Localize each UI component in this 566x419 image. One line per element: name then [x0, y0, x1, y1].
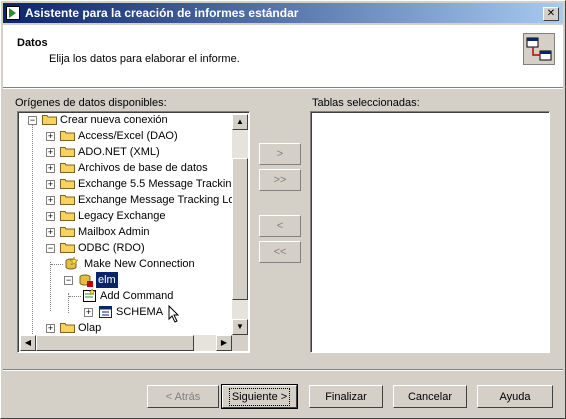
collapse-toggle[interactable]: − — [28, 116, 37, 125]
header-separator — [3, 88, 563, 89]
scroll-right-button[interactable]: ▶ — [216, 335, 232, 351]
tree-item-label: Exchange Message Tracking Lo — [78, 194, 235, 206]
collapse-toggle[interactable]: − — [46, 244, 55, 253]
tree-connector — [69, 296, 81, 297]
tree-item-label: Crear nueva conexión — [60, 114, 168, 126]
tree-item-label: Archivos de base de datos — [78, 162, 208, 174]
tree-item-label: Access/Excel (DAO) — [78, 130, 178, 142]
expand-toggle[interactable]: + — [46, 228, 55, 237]
remove-button[interactable]: < — [259, 215, 301, 237]
scroll-thumb[interactable] — [232, 158, 248, 300]
mouse-cursor-icon — [168, 305, 180, 323]
header-panel: Datos Elija los datos para elaborar el i… — [3, 25, 563, 88]
available-sources-label: Orígenes de datos disponibles: — [15, 97, 167, 109]
table-link-icon — [523, 33, 555, 65]
expand-toggle[interactable]: + — [84, 308, 93, 317]
tree-item-label: Mailbox Admin — [78, 226, 150, 238]
tree-item-label: ODBC (RDO) — [78, 242, 145, 254]
expand-toggle[interactable]: + — [46, 324, 55, 333]
tree-line-odbc — [50, 262, 51, 311]
tree-item-label: Make New Connection — [84, 258, 195, 270]
add-button[interactable]: > — [259, 143, 301, 165]
selected-tables-list[interactable] — [310, 111, 550, 353]
finish-button-label: Finalizar — [325, 391, 367, 403]
folder-icon — [60, 243, 75, 253]
folder-icon — [60, 227, 75, 237]
vertical-scrollbar[interactable]: ▲ ▼ — [232, 114, 248, 335]
next-button-label: Siguiente > — [228, 388, 291, 406]
expand-toggle[interactable]: + — [46, 212, 55, 221]
data-source-tree[interactable]: − Crear nueva conexión + Access/Excel (D… — [17, 111, 250, 353]
expand-toggle[interactable]: + — [46, 180, 55, 189]
selected-tables-label: Tablas seleccionadas: — [312, 97, 420, 109]
wizard-app-icon — [6, 6, 20, 20]
title-bar[interactable]: Asistente para la creación de informes e… — [3, 3, 563, 23]
scroll-thumb[interactable] — [36, 335, 194, 351]
expand-toggle[interactable]: + — [46, 196, 55, 205]
scrollbar-corner — [232, 335, 248, 351]
schema-icon — [99, 306, 112, 318]
back-button[interactable]: < Atrás — [147, 385, 219, 408]
remove-all-button[interactable]: << — [259, 241, 301, 263]
tree-item-label: Olap — [78, 322, 102, 334]
tree-item-label: Add Command — [100, 290, 174, 302]
close-button[interactable]: ✕ — [543, 7, 559, 21]
tree-connector — [51, 264, 63, 265]
help-button-label: Ayuda — [499, 391, 531, 403]
help-button[interactable]: Ayuda — [477, 385, 553, 408]
tree-item-label: elm — [96, 272, 118, 288]
tree-item-label: ADO.NET (XML) — [78, 146, 160, 158]
folder-icon — [42, 115, 57, 125]
database-icon — [79, 274, 93, 287]
tree-item-label: Exchange 5.5 Message Tracking — [78, 178, 238, 190]
new-connection-icon — [65, 257, 79, 270]
tree-line-root — [32, 120, 33, 336]
next-button[interactable]: Siguiente > — [221, 384, 298, 409]
page-title: Datos — [17, 37, 48, 49]
folder-icon — [60, 179, 75, 189]
expand-toggle[interactable]: + — [46, 148, 55, 157]
cancel-button[interactable]: Cancelar — [393, 385, 467, 408]
command-icon — [83, 289, 96, 302]
folder-icon — [60, 195, 75, 205]
folder-icon — [60, 131, 75, 141]
add-all-button[interactable]: >> — [259, 169, 301, 191]
cancel-button-label: Cancelar — [407, 391, 453, 403]
page-subtitle: Elija los datos para elaborar el informe… — [49, 53, 240, 65]
scroll-down-button[interactable]: ▼ — [232, 319, 248, 335]
back-button-label: < Atrás — [165, 391, 201, 403]
footer-separator — [3, 369, 563, 371]
scroll-up-button[interactable]: ▲ — [232, 114, 248, 130]
scroll-left-button[interactable]: ◀ — [20, 335, 36, 351]
folder-icon — [60, 323, 75, 333]
finish-button[interactable]: Finalizar — [309, 385, 383, 408]
folder-icon — [60, 147, 75, 157]
tree-item-label: Legacy Exchange — [78, 210, 166, 222]
expand-toggle[interactable]: + — [46, 164, 55, 173]
window-title: Asistente para la creación de informes e… — [25, 6, 299, 20]
horizontal-scrollbar[interactable]: ◀ ▶ — [20, 335, 232, 351]
folder-icon — [60, 163, 75, 173]
folder-icon — [60, 211, 75, 221]
tree-item-label: SCHEMA — [116, 306, 164, 318]
collapse-toggle[interactable]: − — [64, 276, 73, 285]
expand-toggle[interactable]: + — [46, 132, 55, 141]
wizard-window: Asistente para la creación de informes e… — [0, 0, 566, 419]
